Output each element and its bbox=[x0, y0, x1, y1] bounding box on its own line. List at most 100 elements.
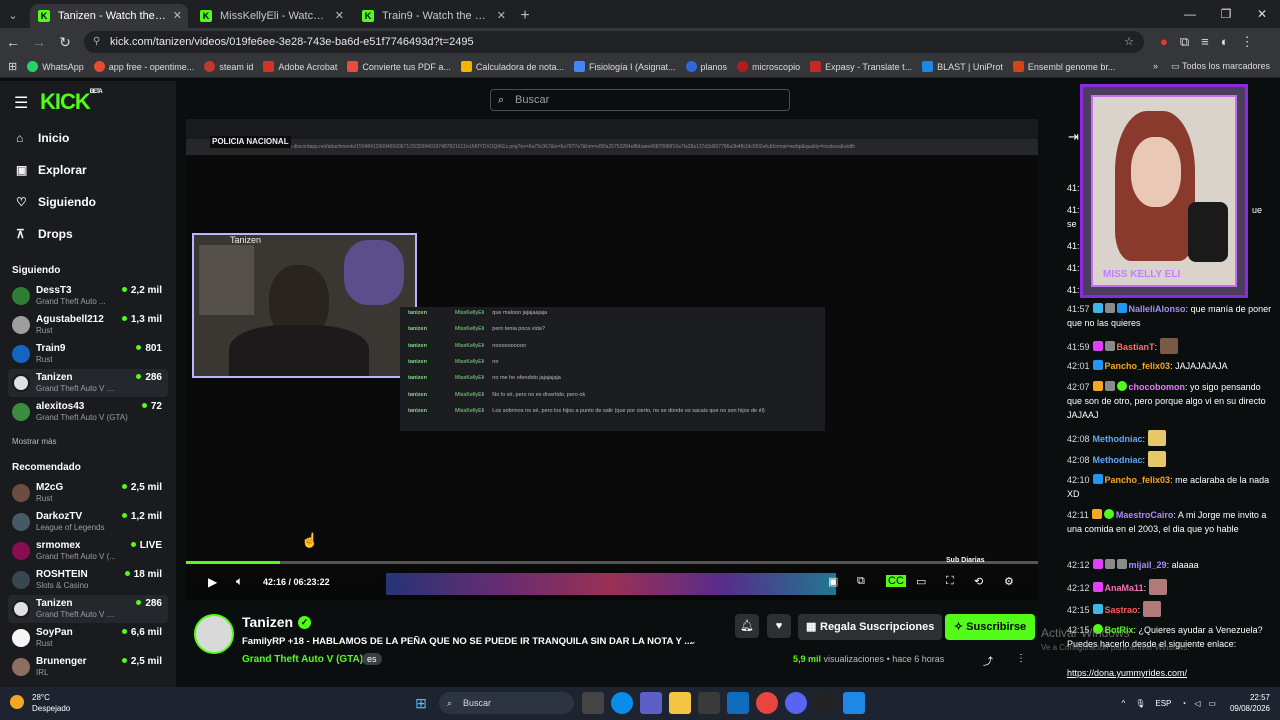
follow-heart-icon[interactable]: ♥ bbox=[767, 614, 791, 638]
clock[interactable]: 22:57 09/08/2026 bbox=[1230, 692, 1270, 714]
chat-username[interactable]: mijail_29 bbox=[1129, 560, 1167, 570]
theater-icon[interactable]: ▭ bbox=[916, 575, 926, 588]
recommended-channel-tanizen[interactable]: Tanizen Grand Theft Auto V (G... 286 bbox=[8, 595, 168, 623]
play-icon[interactable]: ▶ bbox=[208, 575, 217, 589]
app-icon[interactable] bbox=[843, 692, 865, 714]
following-channel-tanizen[interactable]: Tanizen Grand Theft Auto V (G... 286 bbox=[8, 369, 168, 397]
close-tab-icon[interactable]: ✕ bbox=[173, 9, 182, 22]
progress-bar[interactable] bbox=[186, 561, 1038, 564]
streamer-avatar[interactable] bbox=[194, 614, 234, 654]
bookmark-steam-id[interactable]: steam id bbox=[204, 61, 253, 72]
chat-username[interactable]: chocobomon bbox=[1129, 382, 1186, 392]
kick-search-input[interactable]: ⌕ Buscar bbox=[490, 89, 790, 111]
battery-icon[interactable]: ▭ bbox=[1208, 699, 1216, 708]
reload-icon[interactable]: ↻ bbox=[52, 34, 78, 51]
following-channel-alexitos43[interactable]: alexitos43 Grand Theft Auto V (GTA) 72 bbox=[8, 398, 168, 426]
browser-tab-tanizen[interactable]: K Tanizen - Watch the VOD on Kick ✕ bbox=[30, 4, 188, 28]
chat-username[interactable]: MaestroCairo bbox=[1116, 510, 1174, 520]
following-channel-agustabell212[interactable]: Agustabell212 Rust 1,3 mil bbox=[8, 311, 168, 339]
windows-start-icon[interactable]: ⊞ bbox=[410, 692, 432, 714]
language-indicator[interactable]: ESP bbox=[1155, 699, 1171, 708]
url-field[interactable]: ⚲ kick.com/tanizen/videos/019fe6ee-3e28-… bbox=[84, 31, 1144, 53]
restore-icon[interactable]: ❐ bbox=[1208, 0, 1244, 28]
chat-link[interactable]: https://dona.yummyrides.com/ bbox=[1067, 666, 1275, 680]
subscribe-button[interactable]: ✧ Suscribirse bbox=[945, 614, 1035, 640]
profile-avatar[interactable]: ◐ bbox=[1221, 34, 1229, 50]
video-player[interactable]: cdn.discordapp.net/attachments/150484129… bbox=[186, 119, 1038, 600]
clip-icon[interactable]: ▣ bbox=[828, 575, 838, 588]
more-options-icon[interactable]: ⋮ bbox=[1016, 653, 1026, 664]
bookmark-star-icon[interactable]: ☆ bbox=[1124, 31, 1134, 53]
chevron-down-icon[interactable]: ⌄ bbox=[689, 636, 697, 647]
back-icon[interactable]: ← bbox=[0, 34, 26, 50]
recommended-channel-darkoztv[interactable]: DarkozTV League of Legends 1,2 mil bbox=[8, 508, 168, 536]
stream-category[interactable]: Grand Theft Auto V (GTA) bbox=[242, 654, 363, 665]
collapse-chat-icon[interactable]: ⇥ bbox=[1068, 129, 1079, 145]
chat-username[interactable]: BastianT bbox=[1117, 342, 1155, 352]
fullscreen-icon[interactable]: ⛶ bbox=[946, 575, 954, 588]
nav-siguiendo[interactable]: ♡ Siguiendo bbox=[16, 195, 96, 209]
chat-username[interactable]: AnaMa11 bbox=[1105, 583, 1144, 593]
bookmark-calculadora[interactable]: Calculadora de nota... bbox=[460, 61, 564, 72]
mail-icon[interactable] bbox=[727, 692, 749, 714]
settings-gear-icon[interactable]: ⚙ bbox=[1004, 575, 1014, 588]
site-info-icon[interactable]: ⚲ bbox=[93, 31, 100, 53]
apps-grid-icon[interactable]: ⊞ bbox=[8, 60, 17, 73]
browser-tab-train9[interactable]: K Train9 - Watch the VOD on Kick ✕ bbox=[354, 4, 512, 28]
bookmark-planos[interactable]: planos bbox=[685, 61, 727, 72]
chat-username[interactable]: Methodniac bbox=[1093, 434, 1143, 444]
new-tab-button[interactable]: + bbox=[512, 4, 538, 28]
pip-icon[interactable]: ⧉ bbox=[857, 575, 865, 588]
teams-icon[interactable] bbox=[640, 692, 662, 714]
volume-icon[interactable]: 🔈︎ bbox=[236, 574, 243, 589]
bookmarks-overflow-icon[interactable]: » bbox=[1153, 61, 1158, 71]
chrome-icon[interactable] bbox=[756, 692, 778, 714]
rewind-icon[interactable]: ⟲ bbox=[974, 575, 983, 588]
bookmark-pdf[interactable]: Convierte tus PDF a... bbox=[347, 61, 451, 72]
close-window-icon[interactable]: ✕ bbox=[1244, 0, 1280, 28]
share-icon[interactable]: ⤴ bbox=[983, 653, 993, 668]
file-explorer-icon[interactable] bbox=[669, 692, 691, 714]
recommended-channel-brunenger[interactable]: Brunenger IRL 2,5 mil bbox=[8, 653, 168, 681]
show-more-link[interactable]: Mostrar más bbox=[12, 437, 56, 446]
captions-icon[interactable]: CC bbox=[886, 575, 906, 587]
close-tab-icon[interactable]: ✕ bbox=[497, 9, 506, 22]
recommended-channel-m2cg[interactable]: M2cG Rust 2,5 mil bbox=[8, 479, 168, 507]
media-icon[interactable]: ≡ bbox=[1201, 34, 1209, 50]
minimize-icon[interactable]: — bbox=[1172, 0, 1208, 28]
recommended-channel-roshtein[interactable]: ROSHTEIN Slots & Casino 18 mil bbox=[8, 566, 168, 594]
chevron-up-icon[interactable]: ^ bbox=[1121, 699, 1125, 708]
nav-drops[interactable]: ⊼ Drops bbox=[16, 227, 73, 241]
chat-username[interactable]: Pancho_felix03 bbox=[1105, 361, 1171, 371]
store-icon[interactable] bbox=[698, 692, 720, 714]
wifi-icon[interactable]: ◔ bbox=[1181, 699, 1186, 708]
extension-icon[interactable]: ● bbox=[1160, 34, 1168, 50]
recommended-channel-soypan[interactable]: SoyPan Rust 6,6 mil bbox=[8, 624, 168, 652]
following-channel-desst3[interactable]: DessT3 Grand Theft Auto ... 2,2 mil bbox=[8, 282, 168, 310]
all-bookmarks-button[interactable]: ▭ Todos los marcadores bbox=[1171, 61, 1270, 72]
weather-widget[interactable]: 28°C Despejado bbox=[10, 692, 70, 714]
chat-username[interactable]: Pancho_felix03 bbox=[1105, 475, 1171, 485]
chat-username[interactable]: Sastrao bbox=[1105, 605, 1138, 615]
following-channel-train9[interactable]: Train9 Rust 801 bbox=[8, 340, 168, 368]
menu-kebab-icon[interactable]: ⋮ bbox=[1241, 34, 1254, 50]
bookmark-app-free[interactable]: app free - opentime... bbox=[93, 61, 194, 72]
bookmark-ensembl[interactable]: Ensembl genome br... bbox=[1012, 61, 1115, 72]
bookmark-whatsapp[interactable]: WhatsApp bbox=[27, 61, 84, 72]
tab-search-button[interactable]: ⌄ bbox=[0, 4, 26, 28]
task-view-icon[interactable] bbox=[582, 692, 604, 714]
browser-tab-misskellyeli[interactable]: K MissKellyEli - Watch the VOD on Kick ✕ bbox=[192, 4, 350, 28]
bookmark-microscopio[interactable]: microscopio bbox=[737, 61, 800, 72]
discord-icon[interactable] bbox=[785, 692, 807, 714]
speaker-icon[interactable]: ◁ bbox=[1194, 699, 1200, 708]
bookmark-blast[interactable]: BLAST | UniProt bbox=[922, 61, 1003, 72]
kick-logo[interactable]: KICKBETA bbox=[40, 89, 103, 115]
streamer-name[interactable]: Tanizen bbox=[242, 614, 293, 630]
close-tab-icon[interactable]: ✕ bbox=[335, 9, 344, 22]
bookmark-adobe[interactable]: Adobe Acrobat bbox=[263, 61, 337, 72]
chat-username[interactable]: NalleliAlonso bbox=[1129, 304, 1186, 314]
nav-inicio[interactable]: ⌂ Inicio bbox=[16, 131, 69, 145]
edge-icon[interactable] bbox=[611, 692, 633, 714]
hamburger-menu-icon[interactable]: ☰ bbox=[14, 93, 28, 113]
forward-icon[interactable]: → bbox=[26, 34, 52, 50]
